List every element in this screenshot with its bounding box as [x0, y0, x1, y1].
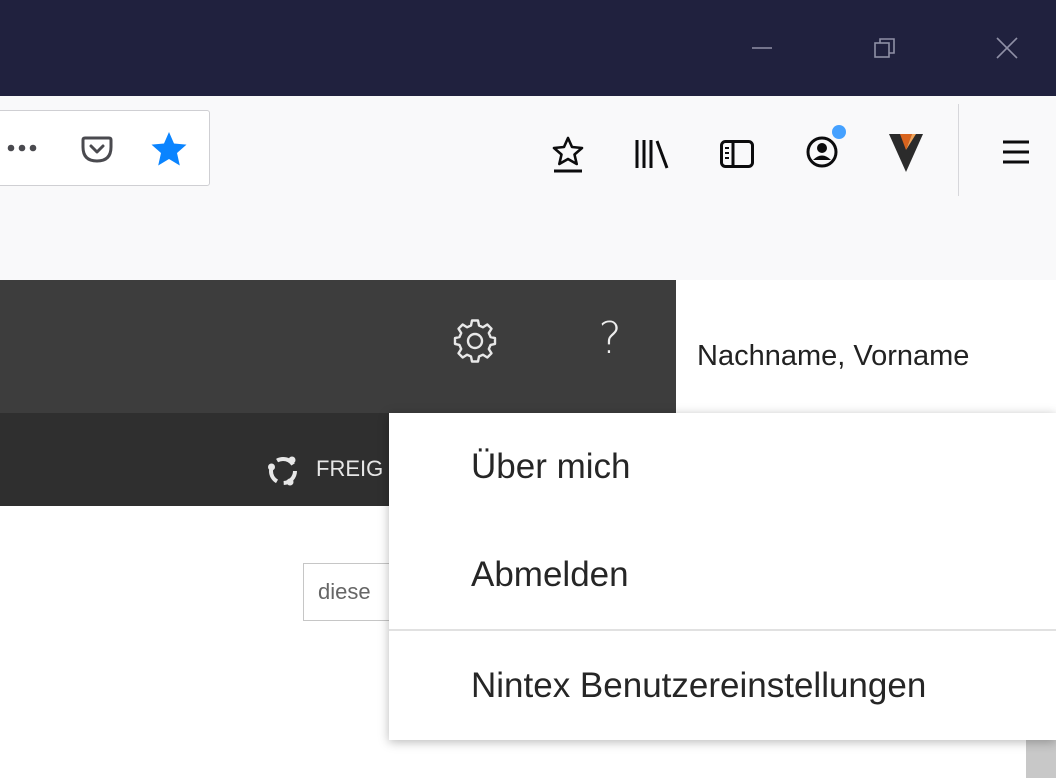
- settings-button[interactable]: [452, 318, 498, 364]
- sync-icon: [266, 454, 300, 488]
- browser-toolbar: [0, 96, 1056, 280]
- minimize-icon: [752, 47, 772, 49]
- close-icon: [996, 37, 1018, 59]
- sidebar-icon[interactable]: [716, 134, 758, 174]
- url-bar[interactable]: [0, 110, 210, 186]
- bookmark-star-icon[interactable]: [147, 127, 191, 171]
- user-name[interactable]: Nachname, Vorname: [697, 340, 969, 373]
- user-menu-dropdown: Über mich Abmelden Nintex Benutzereinste…: [389, 413, 1056, 740]
- restore-icon: [874, 38, 895, 58]
- extension-icon[interactable]: [884, 126, 928, 178]
- pocket-icon[interactable]: [77, 129, 117, 169]
- library-icon[interactable]: [630, 134, 674, 174]
- bookmarks-menu-icon[interactable]: [548, 132, 588, 176]
- close-button[interactable]: [972, 0, 1042, 96]
- menu-item-nintex-settings[interactable]: Nintex Benutzereinstellungen: [389, 631, 1056, 740]
- gear-icon: [453, 319, 497, 363]
- account-icon[interactable]: [800, 122, 852, 174]
- hamburger-menu-icon[interactable]: [996, 134, 1036, 170]
- toolbar-separator: [958, 104, 959, 196]
- menu-item-sign-out[interactable]: Abmelden: [389, 521, 1056, 629]
- share-nav-link[interactable]: FREIG: [316, 456, 383, 482]
- menu-item-about-me[interactable]: Über mich: [389, 413, 1056, 521]
- minimize-button[interactable]: [727, 0, 797, 96]
- window-titlebar: [0, 0, 1056, 96]
- help-button[interactable]: ?: [590, 311, 630, 367]
- site-header: [0, 280, 676, 413]
- scrollbar-thumb[interactable]: [1026, 740, 1056, 778]
- restore-button[interactable]: [850, 0, 920, 96]
- more-actions-icon[interactable]: [3, 133, 43, 163]
